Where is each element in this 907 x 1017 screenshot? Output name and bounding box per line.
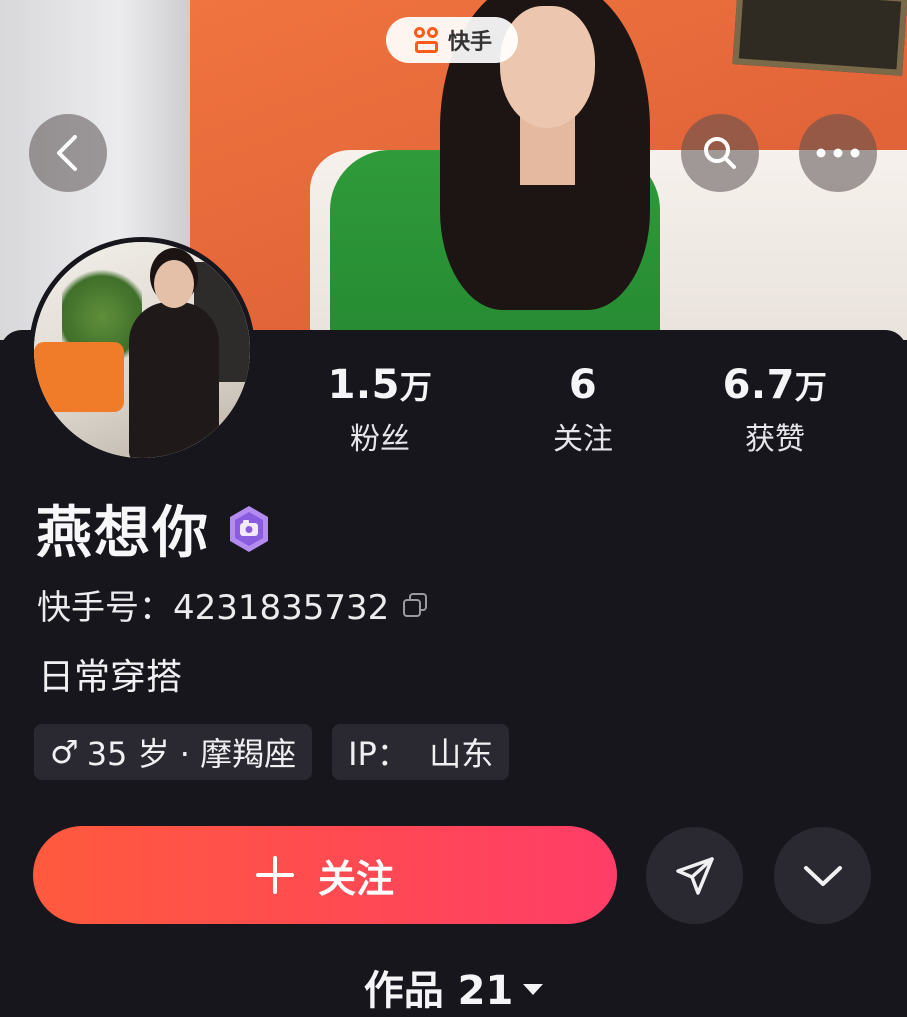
search-icon — [704, 137, 736, 169]
profile-bio: 日常穿搭 — [38, 657, 183, 698]
stat-following[interactable]: 6 关注 — [493, 362, 673, 458]
age-zodiac-text: 35 岁 · 摩羯座 — [86, 735, 297, 773]
stat-fans-label: 粉丝 — [350, 422, 410, 457]
works-tab-label: 作品 21 — [363, 968, 514, 1014]
profile-name-row: 燕想你 — [36, 488, 274, 569]
follow-button-label: 关注 — [317, 856, 394, 901]
stat-likes-label: 获赞 — [745, 422, 805, 457]
search-button[interactable] — [681, 114, 759, 192]
stat-likes-value: 6.7 — [722, 362, 795, 408]
back-button[interactable] — [29, 114, 107, 192]
follow-button[interactable]: 关注 — [33, 826, 617, 924]
male-symbol-icon: ♂ — [50, 733, 79, 771]
more-dots-icon — [816, 148, 860, 158]
chevron-down-icon — [803, 865, 842, 886]
app-badge-label: 快手 — [447, 30, 492, 55]
chevron-left-icon — [57, 135, 77, 171]
avatar[interactable] — [29, 237, 255, 463]
expand-button[interactable] — [774, 827, 871, 924]
profile-stats: 1.5万 粉丝 6 关注 6.7万 获赞 — [290, 362, 890, 462]
stat-fans[interactable]: 1.5万 粉丝 — [290, 362, 470, 458]
copy-icon[interactable] — [401, 591, 429, 619]
more-button[interactable] — [799, 114, 877, 192]
ip-location-text: IP： 山东 — [348, 735, 494, 773]
stat-following-label: 关注 — [553, 422, 613, 457]
share-button[interactable] — [646, 827, 743, 924]
kuaishou-id: 快手号：4231835732 — [37, 588, 390, 628]
age-zodiac-tag: ♂ 35 岁 · 摩羯座 — [34, 724, 313, 780]
stat-following-value: 6 — [568, 362, 598, 408]
app-badge: 快手 — [386, 17, 518, 63]
cover-picture-frame — [732, 0, 907, 76]
caret-down-icon — [523, 983, 544, 995]
stat-fans-value: 1.5 — [327, 362, 400, 408]
plus-icon — [255, 856, 294, 894]
stat-likes[interactable]: 6.7万 获赞 — [685, 362, 865, 458]
profile-tags: ♂ 35 岁 · 摩羯座 IP： 山东 — [34, 724, 510, 780]
ip-location-tag: IP： 山东 — [332, 724, 510, 780]
kuaishou-id-row[interactable]: 快手号：4231835732 — [37, 580, 429, 629]
stat-likes-unit: 万 — [794, 368, 828, 406]
works-tab[interactable]: 作品 21 — [0, 958, 907, 1016]
stat-fans-unit: 万 — [399, 368, 433, 406]
send-icon — [675, 856, 714, 895]
kuaishou-logo-icon — [412, 25, 442, 55]
profile-name: 燕想你 — [36, 501, 210, 566]
cover-person-face — [500, 6, 595, 128]
creator-badge-icon[interactable] — [224, 504, 274, 554]
